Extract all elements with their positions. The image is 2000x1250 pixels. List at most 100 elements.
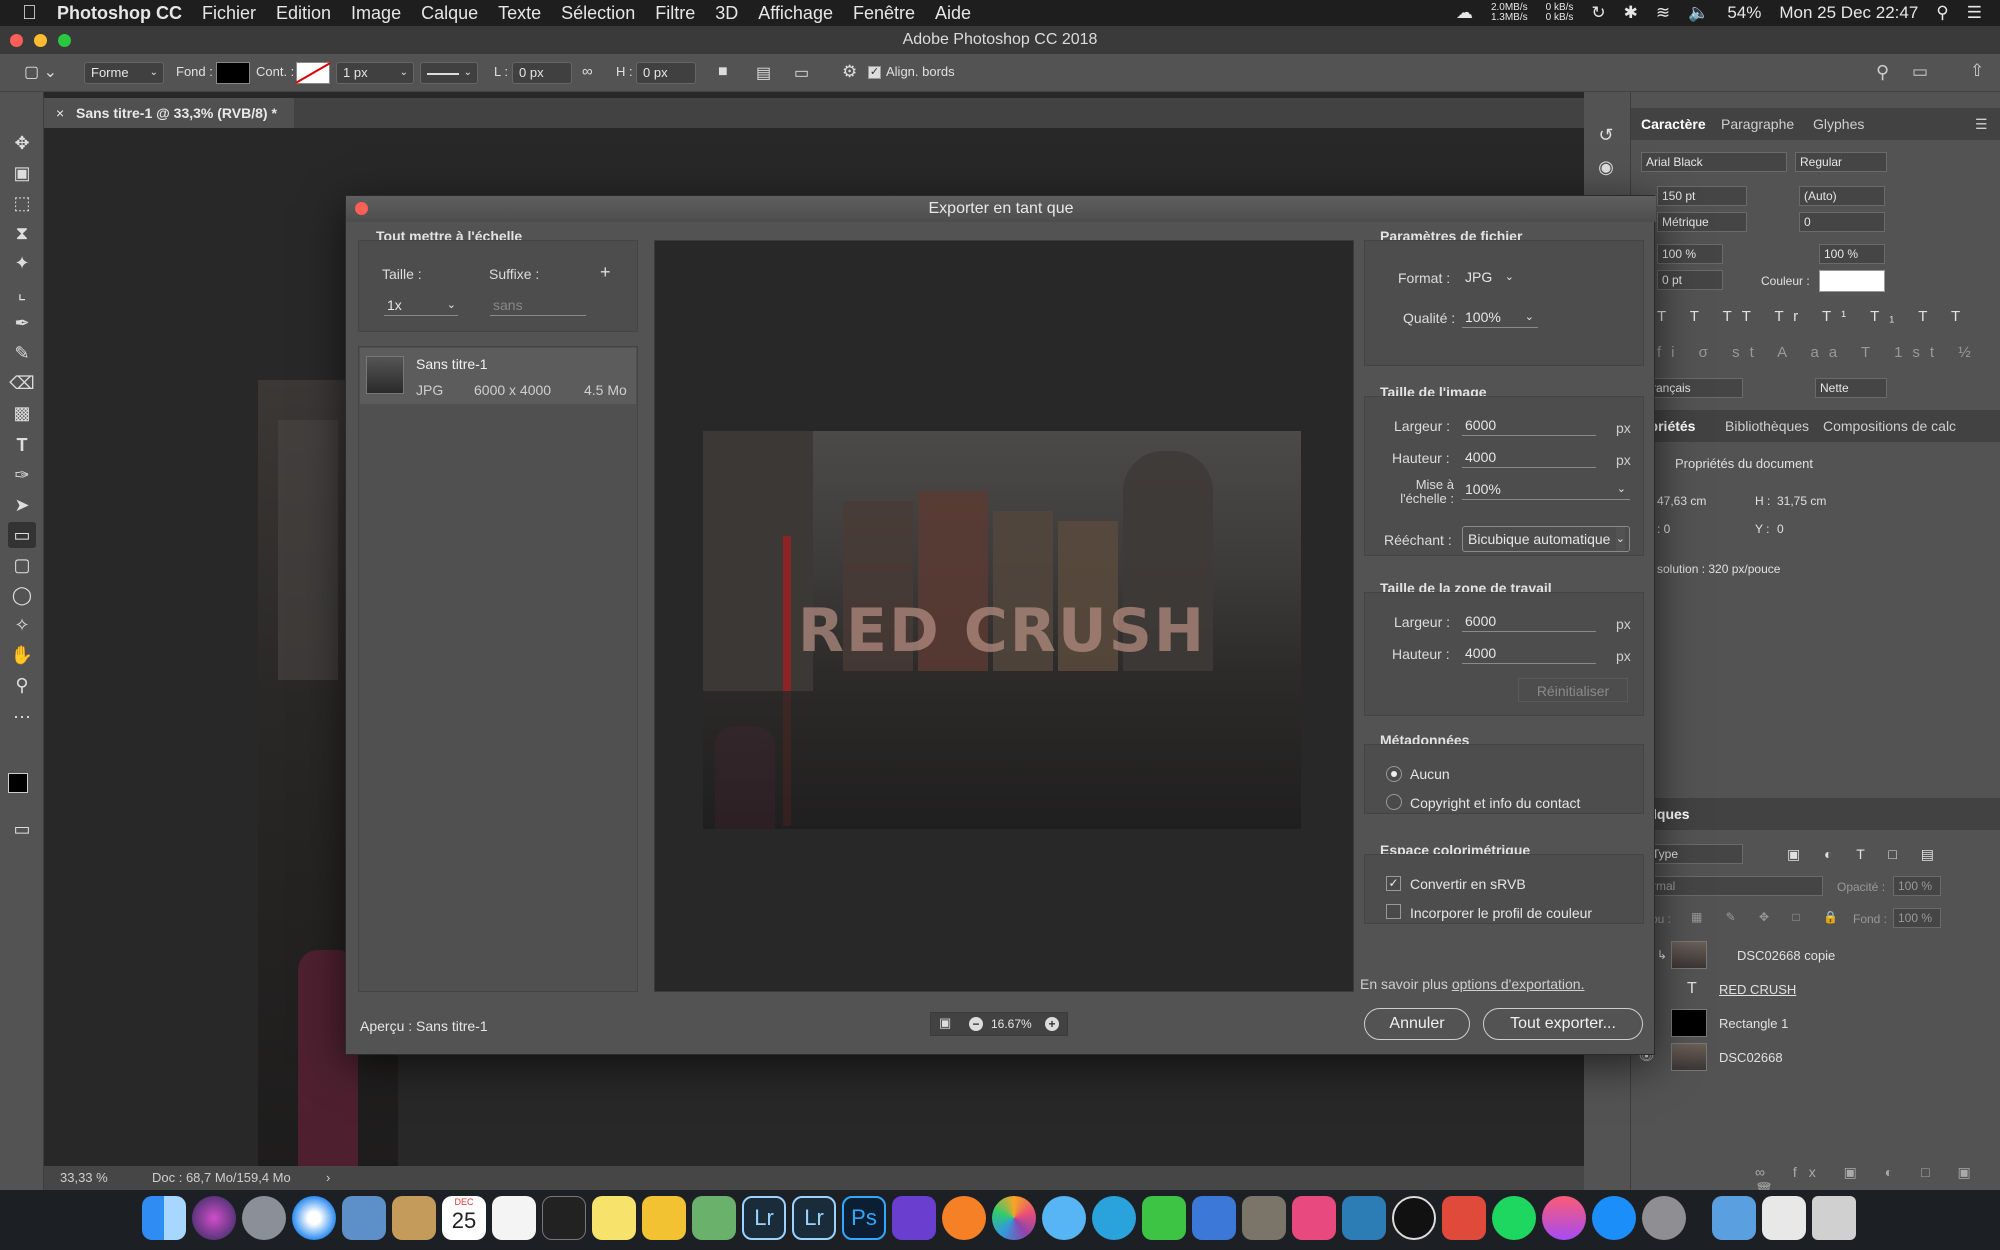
tab-paragraphe[interactable]: Paragraphe	[1721, 116, 1794, 132]
lightroom-icon[interactable]: Lr	[742, 1196, 786, 1240]
metadata-none-radio[interactable]	[1386, 766, 1402, 782]
brush-tool-icon[interactable]: ✎	[8, 340, 36, 366]
layer-row[interactable]: T RED CRUSH	[1631, 972, 2000, 1006]
apple-icon[interactable]: 	[0, 2, 47, 25]
metadata-copyright-radio[interactable]	[1386, 794, 1402, 810]
magic-wand-icon[interactable]: ✦	[8, 250, 36, 276]
siri-icon[interactable]	[192, 1196, 236, 1240]
battery-status[interactable]: 54%	[1727, 3, 1761, 23]
lasso-tool-icon[interactable]: ⧗	[8, 220, 36, 246]
blend-mode-select[interactable]: rmal	[1647, 876, 1823, 896]
canvas-height-input[interactable]: 4000	[1462, 644, 1596, 664]
image-width-input[interactable]: 6000	[1462, 416, 1596, 436]
messages-icon[interactable]	[1042, 1196, 1086, 1240]
doc-x-value[interactable]: : 0	[1657, 522, 1670, 536]
gradient-tool-icon[interactable]: ▩	[8, 400, 36, 426]
layer-filter-select[interactable]: Type	[1647, 844, 1743, 864]
path-arrangement-icon[interactable]: ▭	[794, 63, 809, 83]
horizontal-scale-input[interactable]: 100 %	[1819, 244, 1885, 264]
wifi-icon[interactable]: ≋	[1656, 3, 1670, 23]
app-icon[interactable]	[1192, 1196, 1236, 1240]
shield-app-icon[interactable]	[1342, 1196, 1386, 1240]
layer-filter-icons[interactable]: ▣ ◐ T □ ▤	[1787, 846, 1944, 863]
github-icon[interactable]	[1392, 1196, 1436, 1240]
stickies-icon[interactable]	[592, 1196, 636, 1240]
photoshop-icon[interactable]: Ps	[842, 1196, 886, 1240]
status-menu-arrow-icon[interactable]: ›	[326, 1166, 330, 1190]
menu-fichier[interactable]: Fichier	[192, 3, 266, 24]
close-dialog-icon[interactable]	[355, 202, 368, 215]
close-window-icon[interactable]	[10, 34, 23, 47]
vertical-scale-input[interactable]: 100 %	[1657, 244, 1723, 264]
doc-height-value[interactable]: 31,75 cm	[1777, 494, 1826, 508]
panel-menu-icon[interactable]: ☰	[1975, 116, 1988, 133]
notes-icon[interactable]	[392, 1196, 436, 1240]
workspace-icon[interactable]: ▭	[1912, 62, 1928, 82]
quality-select[interactable]: 100% ⌄	[1462, 308, 1538, 328]
bluetooth-icon[interactable]: ✱	[1624, 3, 1638, 23]
display-app-icon[interactable]	[1292, 1196, 1336, 1240]
clock[interactable]: Mon 25 Dec 22:47	[1779, 3, 1918, 23]
screen-mode-icon[interactable]: ▭	[8, 816, 36, 842]
tracking-input[interactable]: 0	[1799, 212, 1885, 232]
shape-mode-select[interactable]: Forme ⌄	[84, 62, 164, 84]
screen-recorder-icon[interactable]	[1442, 1196, 1486, 1240]
move-tool-icon[interactable]: ✥	[8, 130, 36, 156]
gear-icon[interactable]: ⚙	[842, 62, 857, 82]
eraser-tool-icon[interactable]: ⌫	[8, 370, 36, 396]
export-preview-area[interactable]: RED CRUSH	[654, 240, 1354, 992]
share-icon[interactable]: ⇧	[1970, 61, 1984, 81]
lock-icons[interactable]: ▦ ✎ ✥ □ 🔒	[1691, 910, 1848, 924]
stroke-width-select[interactable]: 1 px ⌄	[336, 62, 414, 84]
reminders-icon[interactable]	[492, 1196, 536, 1240]
system-preferences-icon[interactable]	[1642, 1196, 1686, 1240]
antialias-select[interactable]: Nette	[1815, 378, 1887, 398]
menu-selection[interactable]: Sélection	[551, 3, 645, 24]
menu-image[interactable]: Image	[341, 3, 411, 24]
add-scale-icon[interactable]: +	[600, 262, 611, 283]
scale-size-select[interactable]: 1x ⌄	[384, 296, 458, 316]
embed-profile-checkbox[interactable]	[1386, 904, 1401, 919]
terminal-icon[interactable]	[542, 1196, 586, 1240]
reset-button[interactable]: Réinitialiser	[1518, 678, 1628, 702]
format-select[interactable]: JPG ⌄	[1462, 268, 1518, 288]
stroke-swatch[interactable]	[295, 62, 331, 84]
tab-caractere[interactable]: Caractère	[1641, 116, 1706, 132]
applications-folder-icon[interactable]	[1712, 1196, 1756, 1240]
path-operations-icon[interactable]: ■	[718, 63, 728, 81]
telegram-icon[interactable]	[1092, 1196, 1136, 1240]
eyedropper-icon[interactable]: ✒	[8, 310, 36, 336]
rounded-rect-icon[interactable]: ▢	[8, 552, 36, 578]
rectangle-tool-icon[interactable]: ▭	[8, 522, 36, 548]
minimize-window-icon[interactable]	[34, 34, 47, 47]
history-panel-icon[interactable]: ↺	[1592, 122, 1620, 148]
finder-icon[interactable]	[142, 1196, 186, 1240]
menu-affichage[interactable]: Affichage	[748, 3, 843, 24]
calendar-icon[interactable]: DEC 25	[442, 1196, 486, 1240]
itunes-icon[interactable]	[1542, 1196, 1586, 1240]
crop-tool-icon[interactable]: ⌞	[8, 280, 36, 306]
notification-center-icon[interactable]: ☰	[1967, 3, 1982, 23]
ellipse-tool-icon[interactable]: ◯	[8, 582, 36, 608]
layer-row[interactable]: 👁 DSC02668	[1631, 1040, 2000, 1074]
resample-select[interactable]: Bicubique automatique ⌄	[1462, 526, 1630, 552]
tab-bibliotheques[interactable]: Bibliothèques	[1725, 418, 1809, 434]
app-store-icon[interactable]	[1592, 1196, 1636, 1240]
baseline-shift-input[interactable]: 0 pt	[1657, 270, 1723, 290]
menu-fenetre[interactable]: Fenêtre	[843, 3, 925, 24]
custom-shape-icon[interactable]: ✧	[8, 612, 36, 638]
layer-row[interactable]: ↳ DSC02668 copie	[1631, 938, 2000, 972]
type-tool-icon[interactable]: T	[8, 432, 36, 458]
zoom-in-icon[interactable]: +	[1045, 1017, 1059, 1031]
foreground-color-swatch[interactable]	[8, 773, 28, 793]
time-machine-icon[interactable]: ↻	[1591, 3, 1605, 23]
language-select[interactable]: rançais	[1647, 378, 1743, 398]
zoom-tool-icon[interactable]: ⚲	[8, 672, 36, 698]
doc-width-value[interactable]: 47,63 cm	[1657, 494, 1706, 508]
hand-tool-icon[interactable]: ✋	[8, 642, 36, 668]
more-tools-icon[interactable]: ⋯	[8, 704, 36, 730]
imovie-icon[interactable]	[892, 1196, 936, 1240]
safari-icon[interactable]	[292, 1196, 336, 1240]
pen-tool-icon[interactable]: ✑	[8, 462, 36, 488]
scale-select[interactable]: 100% ⌄	[1462, 480, 1630, 500]
